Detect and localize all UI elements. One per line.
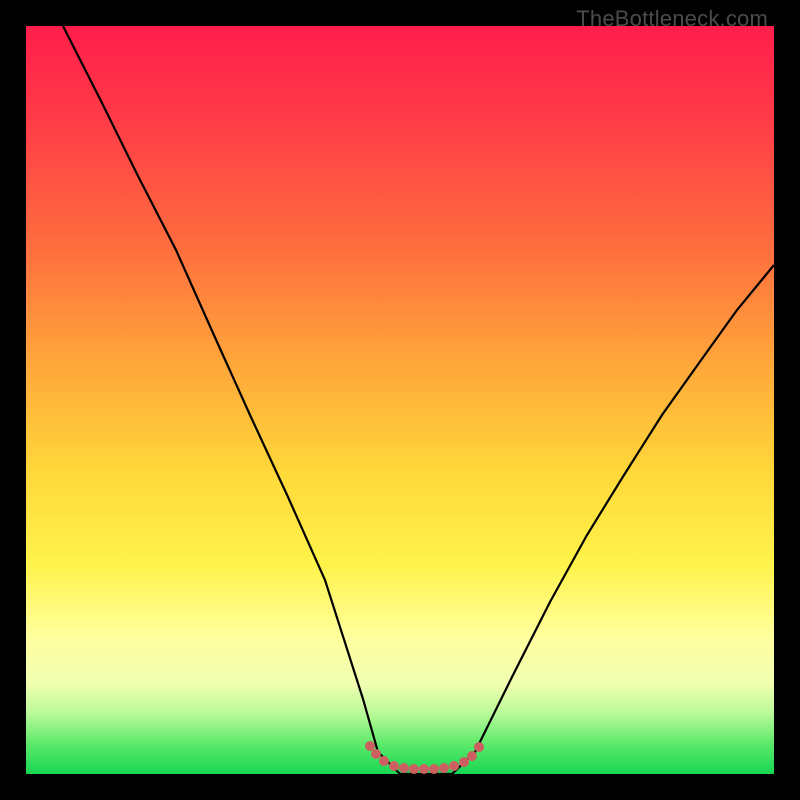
- bottleneck-curve: [26, 26, 774, 774]
- curve-path: [63, 26, 774, 774]
- optimal-band-dots: [365, 741, 484, 774]
- chart-plot-area: [26, 26, 774, 774]
- watermark-text: TheBottleneck.com: [576, 6, 768, 32]
- chart-frame: TheBottleneck.com: [0, 0, 800, 800]
